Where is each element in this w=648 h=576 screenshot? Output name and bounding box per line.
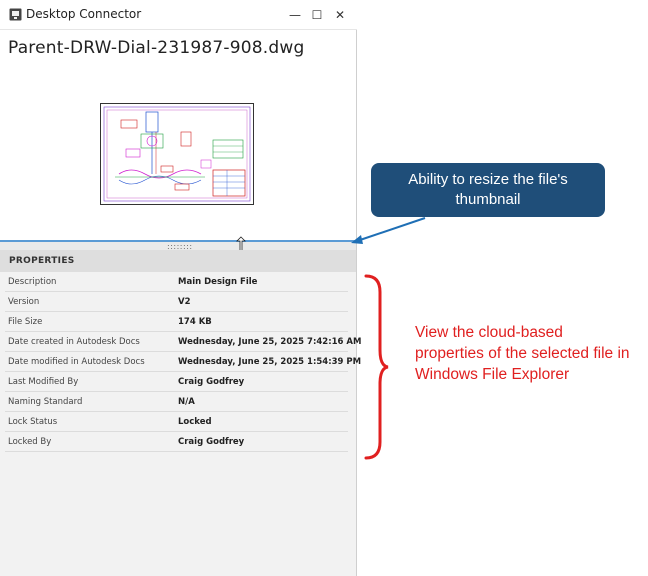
minimize-button[interactable]: —: [283, 0, 307, 30]
property-value: Craig Godfrey: [178, 377, 245, 387]
property-value: N/A: [178, 397, 195, 407]
property-label: Lock Status: [8, 417, 58, 427]
property-row-version: Version V2: [5, 292, 348, 312]
properties-annotation-text: View the cloud-based properties of the s…: [415, 324, 630, 383]
property-label: Locked By: [8, 437, 52, 447]
property-value: 174 KB: [178, 317, 212, 327]
curly-brace-icon: [364, 274, 389, 460]
property-value: Craig Godfrey: [178, 437, 245, 447]
property-value: V2: [178, 297, 191, 307]
property-value: Main Design File: [178, 277, 258, 287]
property-row-last-modified-by: Last Modified By Craig Godfrey: [5, 372, 348, 392]
property-label: Date created in Autodesk Docs: [8, 337, 140, 347]
property-value: Wednesday, June 25, 2025 1:54:39 PM: [178, 357, 362, 367]
title-bar: Desktop Connector — ☐ ✕: [0, 0, 357, 30]
property-row-date-modified: Date modified in Autodesk Docs Wednesday…: [5, 352, 361, 372]
property-label: Naming Standard: [8, 397, 83, 407]
property-label: File Size: [8, 317, 43, 327]
property-row-file-size: File Size 174 KB: [5, 312, 348, 332]
maximize-button[interactable]: ☐: [305, 0, 329, 30]
property-label: Version: [8, 297, 40, 307]
desktop-connector-icon: [9, 8, 22, 21]
window-title: Desktop Connector: [26, 7, 142, 21]
property-row-date-created: Date created in Autodesk Docs Wednesday,…: [5, 332, 361, 352]
properties-table: Description Main Design File Version V2 …: [5, 272, 361, 452]
property-value: Locked: [178, 417, 212, 427]
drawing-preview-image: [103, 106, 251, 202]
resize-callout-box: Ability to resize the file's thumbnail: [371, 163, 605, 217]
file-thumbnail: [100, 103, 254, 205]
properties-header-label: PROPERTIES: [9, 256, 75, 266]
properties-header: PROPERTIES: [0, 250, 356, 272]
properties-panel: PROPERTIES Description Main Design File …: [0, 250, 361, 576]
desktop-connector-window: Desktop Connector — ☐ ✕ Parent-DRW-Dial-…: [0, 0, 361, 576]
property-row-description: Description Main Design File: [5, 272, 348, 292]
property-label: Description: [8, 277, 57, 287]
property-row-locked-by: Locked By Craig Godfrey: [5, 432, 348, 452]
callout-line-1: Ability to resize the file's: [408, 171, 568, 188]
property-row-lock-status: Lock Status Locked: [5, 412, 348, 432]
property-value: Wednesday, June 25, 2025 7:42:16 AM: [178, 337, 362, 347]
file-name-title: Parent-DRW-Dial-231987-908.dwg: [8, 38, 305, 58]
thumbnail-resize-splitter[interactable]: ::::::::: [0, 240, 356, 251]
callout-arrow-icon: [351, 217, 426, 244]
close-button[interactable]: ✕: [328, 0, 352, 30]
property-label: Date modified in Autodesk Docs: [8, 357, 145, 367]
property-label: Last Modified By: [8, 377, 79, 387]
callout-line-2: thumbnail: [455, 191, 521, 208]
property-row-naming-standard: Naming Standard N/A: [5, 392, 348, 412]
